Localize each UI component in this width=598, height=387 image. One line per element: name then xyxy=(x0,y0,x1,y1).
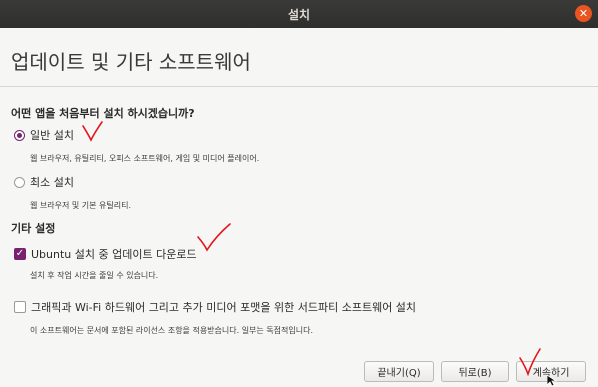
normal-install-description: 웹 브라우저, 유틸리티, 오피스 소프트웨어, 게임 및 미디어 플레이어. xyxy=(30,154,260,163)
minimal-install-radio[interactable]: 최소 설치 xyxy=(14,174,74,190)
window-titlebar: 설치 ✕ xyxy=(0,0,598,28)
radio-unchecked-icon[interactable] xyxy=(14,176,25,188)
close-icon[interactable]: ✕ xyxy=(575,5,592,22)
third-party-software-description: 이 소프트웨어는 문서에 포함된 라이선스 조항을 적용받습니다. 일부는 독점… xyxy=(30,326,314,335)
back-button[interactable]: 뒤로(B) xyxy=(441,361,509,382)
other-settings-heading: 기타 설정 xyxy=(11,222,56,235)
normal-install-radio[interactable]: 일반 설치 xyxy=(14,127,74,143)
download-updates-checkbox[interactable]: ✓ Ubuntu 설치 중 업데이트 다운로드 xyxy=(14,246,197,262)
minimal-install-label[interactable]: 최소 설치 xyxy=(30,174,74,190)
handwritten-checkmark xyxy=(82,121,103,142)
window-title: 설치 xyxy=(287,7,311,22)
normal-install-label[interactable]: 일반 설치 xyxy=(30,127,74,143)
page-title: 업데이트 및 기타 소프트웨어 xyxy=(11,50,251,74)
handwritten-checkmark xyxy=(197,223,231,252)
download-updates-description: 설치 후 작업 시간을 줄일 수 있습니다. xyxy=(30,271,159,280)
apps-question-heading: 어떤 앱을 처음부터 설치 하시겠습니까? xyxy=(11,107,195,120)
quit-button[interactable]: 끝내기(Q) xyxy=(364,361,434,382)
third-party-software-label[interactable]: 그래픽과 Wi-Fi 하드웨어 그리고 추가 미디어 포맷을 위한 서드파티 소… xyxy=(31,299,416,315)
checkbox-unchecked-icon[interactable] xyxy=(14,301,26,313)
checkbox-checked-icon[interactable]: ✓ xyxy=(14,248,26,260)
mouse-pointer-icon xyxy=(547,375,557,387)
minimal-install-description: 웹 브라우저 및 기본 유틸리티. xyxy=(30,201,132,210)
radio-checked-icon[interactable] xyxy=(14,129,25,141)
download-updates-label[interactable]: Ubuntu 설치 중 업데이트 다운로드 xyxy=(31,246,197,262)
third-party-software-checkbox[interactable]: 그래픽과 Wi-Fi 하드웨어 그리고 추가 미디어 포맷을 위한 서드파티 소… xyxy=(14,299,416,315)
page-header: 업데이트 및 기타 소프트웨어 xyxy=(0,28,598,87)
